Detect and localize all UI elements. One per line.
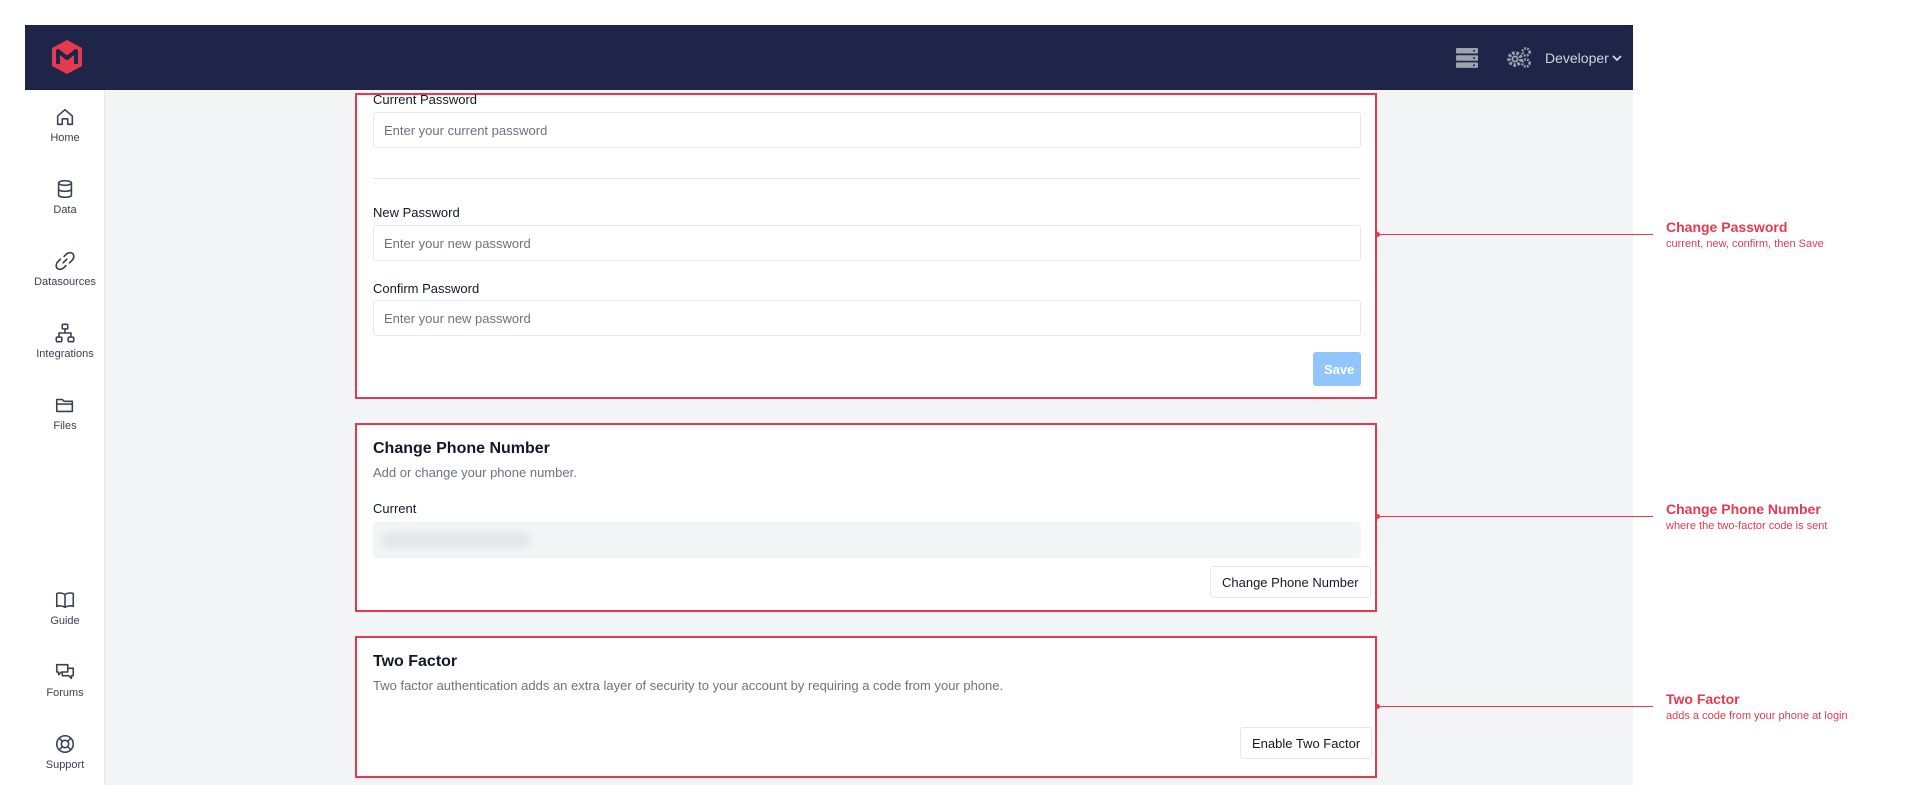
folder-icon [55,398,74,413]
sidebar-item-forums[interactable]: Forums [25,657,105,713]
chevron-down-icon [1612,54,1622,61]
sidebar-item-guide[interactable]: Guide [25,585,105,641]
annotation-change-password-subtitle: current, new, confirm, then Save [1666,238,1824,250]
server-icon[interactable] [1453,44,1481,72]
sidebar-item-label: Files [53,420,77,432]
sidebar-item-files[interactable]: Files [25,390,105,446]
two-factor-card: Two Factor Two factor authentication add… [355,636,1377,778]
current-phone-label: Current [373,501,417,516]
annotation-two-factor-title: Two Factor [1666,691,1740,707]
current-password-input[interactable] [373,112,1361,148]
phone-card-description: Add or change your phone number. [373,465,577,480]
annotation-change-phone-title: Change Phone Number [1666,501,1821,517]
save-button[interactable]: Save [1313,352,1361,386]
sidebar-item-label: Datasources [34,276,96,288]
annotation-leader-line [1378,516,1653,517]
sidebar-item-datasources[interactable]: Datasources [25,246,105,302]
new-password-input[interactable] [373,225,1361,261]
sidebar: Home Data Datasources Integrations Files… [25,90,105,785]
divider [373,178,1361,179]
annotation-leader-line [1378,234,1653,235]
new-password-label: New Password [373,205,460,220]
lifebuoy-icon [55,734,75,754]
settings-cogs-icon[interactable] [1505,44,1533,72]
annotation-change-password-title: Change Password [1666,219,1788,235]
enable-two-factor-button[interactable]: Enable Two Factor [1240,727,1373,759]
home-icon [56,108,74,126]
annotation-change-phone-subtitle: where the two-factor code is sent [1666,520,1828,532]
confirm-password-label: Confirm Password [373,281,480,296]
current-phone-field [373,522,1361,558]
chat-icon [55,663,75,680]
blurred-phone-value [381,532,531,548]
sidebar-item-label: Support [45,759,85,771]
link-icon [55,251,75,271]
two-factor-title: Two Factor [373,653,458,670]
confirm-password-input[interactable] [373,300,1361,336]
sidebar-item-integrations[interactable]: Integrations [25,318,105,374]
book-icon [55,592,75,609]
app-window: Developer Home Data Datasources Integrat… [25,25,1633,785]
top-navbar: Developer [25,25,1633,90]
annotation-leader-line [1378,706,1653,707]
database-icon [57,179,73,199]
current-password-label: Current Password [373,92,478,107]
app-logo-icon[interactable] [47,37,87,77]
change-phone-card: Change Phone Number Add or change your p… [355,423,1377,612]
developer-menu[interactable]: Developer [1545,25,1622,90]
sidebar-item-home[interactable]: Home [25,102,105,158]
change-password-card: Current Password New Password Confirm Pa… [355,92,1377,399]
sidebar-item-label: Home [50,132,80,144]
developer-label: Developer [1545,49,1609,66]
phone-card-title: Change Phone Number [373,440,550,457]
sidebar-item-label: Forums [46,687,84,699]
two-factor-description: Two factor authentication adds an extra … [373,678,1004,693]
sidebar-item-label: Guide [50,615,80,627]
change-phone-number-button[interactable]: Change Phone Number [1210,566,1371,598]
sidebar-item-label: Integrations [36,348,94,360]
annotation-two-factor-subtitle: adds a code from your phone at login [1666,710,1848,722]
sidebar-item-label: Data [53,204,77,216]
sidebar-item-data[interactable]: Data [25,174,105,230]
sidebar-item-support[interactable]: Support [25,729,105,785]
hierarchy-icon [55,323,75,343]
